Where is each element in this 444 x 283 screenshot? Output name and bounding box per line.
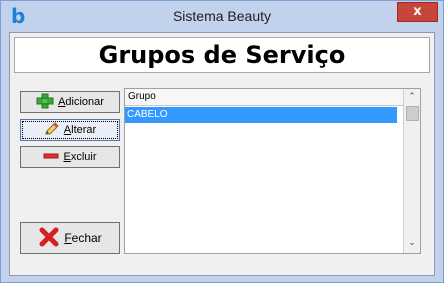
main-window: b Sistema Beauty x Grupos de Serviço Adi… xyxy=(0,0,444,283)
title-bar[interactable]: b Sistema Beauty x xyxy=(1,1,443,32)
header-panel: Grupos de Serviço xyxy=(14,37,430,73)
window-close-button[interactable]: x xyxy=(397,2,438,22)
add-button[interactable]: Adicionar xyxy=(20,91,120,113)
close-button[interactable]: Fechar xyxy=(20,222,120,254)
add-button-label: Adicionar xyxy=(58,96,104,108)
plus-icon xyxy=(36,93,54,112)
column-header-grupo[interactable]: Grupo xyxy=(125,89,403,106)
scroll-down-icon[interactable]: ⌄ xyxy=(405,235,419,251)
dialog-body: Grupos de Serviço Adicionar Alterar Excl… xyxy=(9,32,435,276)
delete-button[interactable]: Excluir xyxy=(20,146,120,168)
vertical-scrollbar[interactable]: ⌃ ⌄ xyxy=(403,89,420,253)
minus-icon xyxy=(43,151,59,163)
close-button-label: Fechar xyxy=(64,231,102,245)
scroll-up-icon[interactable]: ⌃ xyxy=(405,89,419,105)
page-title: Grupos de Serviço xyxy=(98,41,346,69)
pencil-icon xyxy=(44,121,60,139)
table-row[interactable]: CABELO xyxy=(125,107,397,123)
window-title: Sistema Beauty xyxy=(172,8,272,24)
edit-button[interactable]: Alterar xyxy=(20,119,120,141)
groups-grid[interactable]: Grupo CABELO ⌃ ⌄ xyxy=(124,88,421,254)
scroll-thumb[interactable] xyxy=(406,106,419,121)
edit-button-label: Alterar xyxy=(63,124,97,136)
x-icon xyxy=(38,226,60,251)
delete-button-label: Excluir xyxy=(63,151,97,163)
